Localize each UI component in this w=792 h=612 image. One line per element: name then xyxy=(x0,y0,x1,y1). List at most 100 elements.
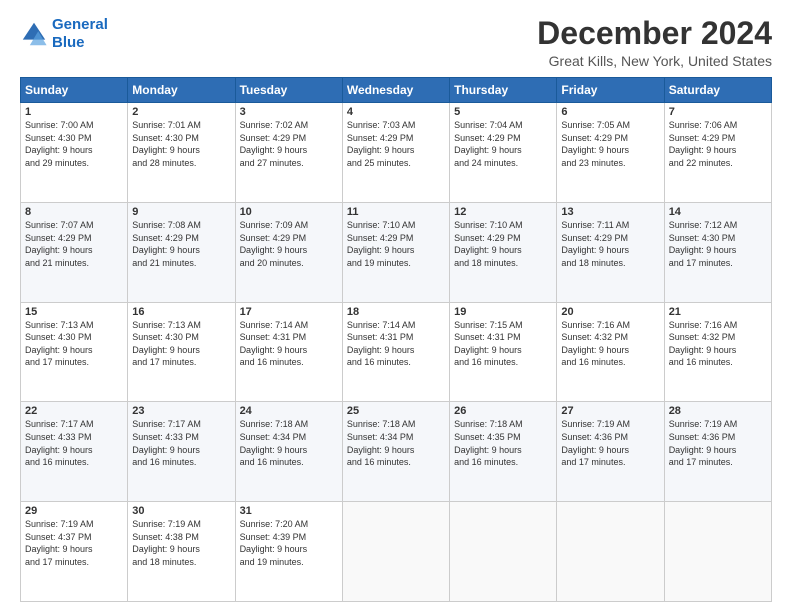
table-row: 16Sunrise: 7:13 AMSunset: 4:30 PMDayligh… xyxy=(128,302,235,402)
table-row: 28Sunrise: 7:19 AMSunset: 4:36 PMDayligh… xyxy=(664,402,771,502)
day-info: Sunrise: 7:06 AMSunset: 4:29 PMDaylight:… xyxy=(669,119,767,169)
table-row: 19Sunrise: 7:15 AMSunset: 4:31 PMDayligh… xyxy=(450,302,557,402)
calendar-week-4: 22 Sunrise: 7:17 AMSunset: 4:33 PMDayligh… xyxy=(21,402,772,502)
table-row: 22Sunrise: 7:17 AMSunset: 4:33 PMDayligh… xyxy=(21,402,128,502)
day-info: Sunrise: 7:05 AMSunset: 4:29 PMDaylight:… xyxy=(561,119,659,169)
day-info: Sunrise: 7:09 AMSunset: 4:29 PMDaylight:… xyxy=(240,219,338,269)
col-wednesday: Wednesday xyxy=(342,78,449,103)
table-row xyxy=(342,502,449,602)
table-row: 18Sunrise: 7:14 AMSunset: 4:31 PMDayligh… xyxy=(342,302,449,402)
page: General Blue December 2024 Great Kills, … xyxy=(0,0,792,612)
day-number: 31 xyxy=(240,505,338,517)
table-row: 5Sunrise: 7:04 AMSunset: 4:29 PMDaylight… xyxy=(450,103,557,203)
col-saturday: Saturday xyxy=(664,78,771,103)
day-number: 10 xyxy=(240,206,338,218)
day-info: Sunrise: 7:07 AMSunset: 4:29 PMDaylight:… xyxy=(25,219,123,269)
table-row: 10Sunrise: 7:09 AMSunset: 4:29 PMDayligh… xyxy=(235,202,342,302)
day-number: 15 xyxy=(25,306,123,318)
day-info: Sunrise: 7:12 AMSunset: 4:30 PMDaylight:… xyxy=(669,219,767,269)
logo: General Blue xyxy=(20,16,108,52)
col-monday: Monday xyxy=(128,78,235,103)
col-sunday: Sunday xyxy=(21,78,128,103)
day-number: 11 xyxy=(347,206,445,218)
table-row xyxy=(450,502,557,602)
table-row xyxy=(557,502,664,602)
day-info: Sunrise: 7:10 AMSunset: 4:29 PMDaylight:… xyxy=(454,219,552,269)
day-number: 22 xyxy=(25,405,123,417)
table-row: 8Sunrise: 7:07 AMSunset: 4:29 PMDaylight… xyxy=(21,202,128,302)
table-row: 2Sunrise: 7:01 AMSunset: 4:30 PMDaylight… xyxy=(128,103,235,203)
table-row: 4Sunrise: 7:03 AMSunset: 4:29 PMDaylight… xyxy=(342,103,449,203)
table-row: 13Sunrise: 7:11 AMSunset: 4:29 PMDayligh… xyxy=(557,202,664,302)
day-number: 1 xyxy=(25,106,123,118)
table-row: 27Sunrise: 7:19 AMSunset: 4:36 PMDayligh… xyxy=(557,402,664,502)
table-row: 14Sunrise: 7:12 AMSunset: 4:30 PMDayligh… xyxy=(664,202,771,302)
day-info: Sunrise: 7:02 AMSunset: 4:29 PMDaylight:… xyxy=(240,119,338,169)
day-number: 25 xyxy=(347,405,445,417)
day-number: 18 xyxy=(347,306,445,318)
day-info: Sunrise: 7:14 AMSunset: 4:31 PMDaylight:… xyxy=(347,319,445,369)
calendar-week-5: 29Sunrise: 7:19 AMSunset: 4:37 PMDayligh… xyxy=(21,502,772,602)
day-number: 19 xyxy=(454,306,552,318)
title-block: December 2024 Great Kills, New York, Uni… xyxy=(537,16,772,69)
day-number: 30 xyxy=(132,505,230,517)
table-row: 15Sunrise: 7:13 AMSunset: 4:30 PMDayligh… xyxy=(21,302,128,402)
day-info: Sunrise: 7:17 AMSunset: 4:33 PMDaylight:… xyxy=(132,418,230,468)
day-info: Sunrise: 7:15 AMSunset: 4:31 PMDaylight:… xyxy=(454,319,552,369)
table-row xyxy=(664,502,771,602)
day-info: Sunrise: 7:18 AMSunset: 4:34 PMDaylight:… xyxy=(347,418,445,468)
day-info: Sunrise: 7:20 AMSunset: 4:39 PMDaylight:… xyxy=(240,518,338,568)
day-number: 24 xyxy=(240,405,338,417)
day-number: 12 xyxy=(454,206,552,218)
calendar-week-2: 8Sunrise: 7:07 AMSunset: 4:29 PMDaylight… xyxy=(21,202,772,302)
logo-text: General Blue xyxy=(52,16,108,52)
day-number: 6 xyxy=(561,106,659,118)
col-tuesday: Tuesday xyxy=(235,78,342,103)
day-info: Sunrise: 7:19 AMSunset: 4:37 PMDaylight:… xyxy=(25,518,123,568)
day-info: Sunrise: 7:11 AMSunset: 4:29 PMDaylight:… xyxy=(561,219,659,269)
day-number: 21 xyxy=(669,306,767,318)
day-info: Sunrise: 7:19 AMSunset: 4:36 PMDaylight:… xyxy=(561,418,659,468)
day-info: Sunrise: 7:01 AMSunset: 4:30 PMDaylight:… xyxy=(132,119,230,169)
table-row: 24Sunrise: 7:18 AMSunset: 4:34 PMDayligh… xyxy=(235,402,342,502)
calendar-table: Sunday Monday Tuesday Wednesday Thursday… xyxy=(20,77,772,602)
day-info: Sunrise: 7:13 AMSunset: 4:30 PMDaylight:… xyxy=(25,319,123,369)
day-number: 9 xyxy=(132,206,230,218)
table-row: 25Sunrise: 7:18 AMSunset: 4:34 PMDayligh… xyxy=(342,402,449,502)
table-row: 29Sunrise: 7:19 AMSunset: 4:37 PMDayligh… xyxy=(21,502,128,602)
day-info: Sunrise: 7:00 AMSunset: 4:30 PMDaylight:… xyxy=(25,119,123,169)
day-info: Sunrise: 7:03 AMSunset: 4:29 PMDaylight:… xyxy=(347,119,445,169)
day-number: 23 xyxy=(132,405,230,417)
day-info: Sunrise: 7:16 AMSunset: 4:32 PMDaylight:… xyxy=(669,319,767,369)
table-row: 11Sunrise: 7:10 AMSunset: 4:29 PMDayligh… xyxy=(342,202,449,302)
table-row: 31Sunrise: 7:20 AMSunset: 4:39 PMDayligh… xyxy=(235,502,342,602)
day-info: Sunrise: 7:13 AMSunset: 4:30 PMDaylight:… xyxy=(132,319,230,369)
table-row: 1Sunrise: 7:00 AMSunset: 4:30 PMDaylight… xyxy=(21,103,128,203)
day-number: 20 xyxy=(561,306,659,318)
day-number: 26 xyxy=(454,405,552,417)
day-number: 2 xyxy=(132,106,230,118)
table-row: 17Sunrise: 7:14 AMSunset: 4:31 PMDayligh… xyxy=(235,302,342,402)
table-row: 30Sunrise: 7:19 AMSunset: 4:38 PMDayligh… xyxy=(128,502,235,602)
day-number: 29 xyxy=(25,505,123,517)
calendar-week-1: 1Sunrise: 7:00 AMSunset: 4:30 PMDaylight… xyxy=(21,103,772,203)
day-number: 14 xyxy=(669,206,767,218)
day-info: Sunrise: 7:16 AMSunset: 4:32 PMDaylight:… xyxy=(561,319,659,369)
subtitle: Great Kills, New York, United States xyxy=(537,53,772,69)
day-info: Sunrise: 7:18 AMSunset: 4:34 PMDaylight:… xyxy=(240,418,338,468)
table-row: 12Sunrise: 7:10 AMSunset: 4:29 PMDayligh… xyxy=(450,202,557,302)
day-number: 7 xyxy=(669,106,767,118)
day-info: Sunrise: 7:08 AMSunset: 4:29 PMDaylight:… xyxy=(132,219,230,269)
day-info: Sunrise: 7:18 AMSunset: 4:35 PMDaylight:… xyxy=(454,418,552,468)
day-info: Sunrise: 7:14 AMSunset: 4:31 PMDaylight:… xyxy=(240,319,338,369)
day-number: 8 xyxy=(25,206,123,218)
day-number: 16 xyxy=(132,306,230,318)
table-row: 21Sunrise: 7:16 AMSunset: 4:32 PMDayligh… xyxy=(664,302,771,402)
table-row: 6Sunrise: 7:05 AMSunset: 4:29 PMDaylight… xyxy=(557,103,664,203)
day-info: Sunrise: 7:19 AMSunset: 4:38 PMDaylight:… xyxy=(132,518,230,568)
day-number: 17 xyxy=(240,306,338,318)
col-thursday: Thursday xyxy=(450,78,557,103)
day-number: 5 xyxy=(454,106,552,118)
table-row: 23Sunrise: 7:17 AMSunset: 4:33 PMDayligh… xyxy=(128,402,235,502)
calendar-header-row: Sunday Monday Tuesday Wednesday Thursday… xyxy=(21,78,772,103)
